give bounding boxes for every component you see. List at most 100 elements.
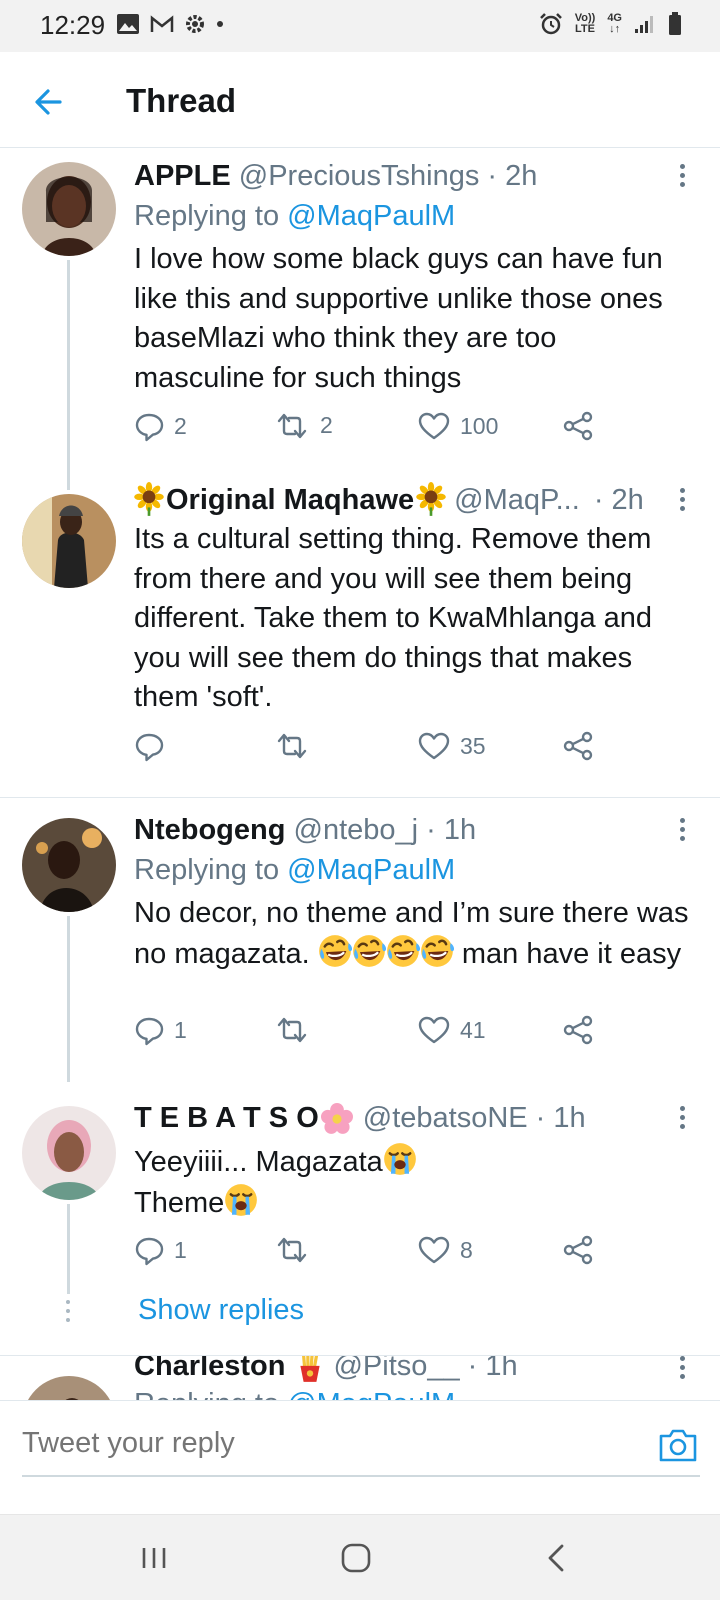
recent-apps-icon[interactable] [136, 1540, 172, 1576]
like-button[interactable]: 35 [418, 730, 486, 762]
reply-icon [135, 1017, 164, 1046]
like-button[interactable]: 100 [418, 410, 498, 442]
sunflower-emoji [416, 482, 447, 518]
retweet-icon [277, 1237, 307, 1263]
page-title: Thread [126, 82, 237, 119]
more-options-icon[interactable] [678, 1106, 686, 1132]
tweet-header: Charleston @Pitso__ · 1h [134, 1356, 518, 1383]
heart-icon [418, 412, 450, 440]
sunflower-emoji [134, 482, 164, 518]
system-navigation-bar [0, 1514, 720, 1600]
user-handle[interactable]: @PreciousTshings [239, 160, 480, 192]
status-bar: 12:29 Vo)) LTE 4G ↓↑ [0, 0, 720, 52]
avatar[interactable] [22, 1106, 116, 1200]
retweet-icon [277, 413, 307, 439]
tweet-header: Ntebogeng @ntebo_j · 1h [134, 814, 476, 847]
like-count: 8 [460, 1236, 473, 1263]
user-handle[interactable]: @ntebo_j [294, 814, 419, 846]
retweet-button[interactable] [274, 1014, 320, 1044]
more-options-icon[interactable] [678, 164, 686, 190]
tweet-actions: 1 8 [134, 1234, 604, 1270]
reply-button[interactable]: 1 [134, 1234, 187, 1266]
share-button[interactable] [562, 410, 594, 442]
replying-to-link[interactable]: @MaqPaulM [287, 200, 455, 232]
sob-emoji [224, 1182, 259, 1217]
retweet-button[interactable]: 2 [274, 410, 333, 440]
reply-icon [135, 1237, 164, 1266]
rofl-emoji [317, 933, 454, 970]
notification-dot-icon [217, 21, 223, 27]
cherry-blossom-emoji [320, 1102, 353, 1134]
retweet-button[interactable] [274, 730, 320, 760]
home-icon[interactable] [338, 1540, 374, 1576]
reply-count: 1 [174, 1016, 187, 1043]
like-count: 35 [460, 732, 486, 759]
more-options-icon[interactable] [678, 818, 686, 844]
display-name[interactable]: Charleston [134, 1356, 285, 1383]
retweet-icon [277, 733, 307, 759]
display-name[interactable]: T E B A T S O [134, 1102, 319, 1135]
reply-icon [135, 413, 164, 442]
tweet-header: T E B A T S O @tebatsoNE · 1h [134, 1102, 586, 1135]
reply-button[interactable]: 2 [134, 410, 187, 442]
more-options-icon[interactable] [678, 488, 686, 514]
reply-input[interactable] [22, 1427, 622, 1460]
thread-connector [67, 1204, 70, 1294]
user-handle[interactable]: @Pitso__ [333, 1356, 459, 1383]
like-button[interactable]: 41 [418, 1014, 486, 1046]
display-name[interactable]: Original Maqhawe [166, 484, 414, 517]
replying-to: Replying to @MaqPaulM [134, 854, 456, 886]
display-name[interactable]: APPLE [134, 160, 231, 192]
more-options-icon[interactable] [678, 1356, 686, 1382]
display-name[interactable]: Ntebogeng [134, 814, 285, 846]
tweet-text: No decor, no theme and I’m sure there wa… [134, 897, 689, 970]
replying-to-link[interactable]: @MaqPaulM [287, 1388, 455, 1400]
heart-icon [418, 732, 450, 760]
avatar[interactable] [22, 1376, 116, 1400]
gmail-icon [150, 15, 174, 32]
volte-indicator: Vo)) LTE [574, 12, 596, 35]
reply-icon [135, 733, 164, 762]
back-icon[interactable] [540, 1540, 576, 1576]
share-button[interactable] [562, 1234, 594, 1266]
tweet-time: · 2h [593, 483, 644, 516]
tweet-charleston[interactable]: Charleston @Pitso__ · 1h Replying to @Ma… [0, 1356, 720, 1400]
tweet-tebatso[interactable]: T E B A T S O @tebatsoNE · 1h Yeeyiiii..… [0, 1078, 720, 1356]
tweet-ntebogeng[interactable]: Ntebogeng @ntebo_j · 1h Replying to @Maq… [0, 798, 720, 1082]
replying-to: Replying to @MaqPaulM [134, 200, 456, 232]
reply-button[interactable] [134, 730, 174, 762]
show-replies-link[interactable]: Show replies [138, 1294, 304, 1327]
reply-count: 2 [174, 412, 187, 439]
tweet-time: · 1h [535, 1102, 586, 1134]
tweet-actions: 1 41 [134, 1014, 604, 1050]
reply-count: 1 [174, 1236, 187, 1263]
alarm-icon [539, 13, 562, 35]
tweet-actions: 2 2 100 [134, 410, 604, 446]
fries-emoji [299, 1356, 322, 1383]
retweet-button[interactable] [274, 1234, 320, 1264]
gallery-icon [117, 14, 139, 34]
heart-icon [418, 1016, 450, 1044]
user-handle[interactable]: @MaqP... [454, 484, 580, 517]
status-time: 12:29 [40, 10, 106, 40]
signal-icon [635, 16, 653, 33]
tweet-original-maqhawe[interactable]: Original Maqhawe @MaqP... · 2h Its a cul… [0, 482, 720, 798]
replying-to-link[interactable]: @MaqPaulM [287, 854, 455, 886]
share-button[interactable] [562, 1014, 594, 1046]
user-handle[interactable]: @tebatsoNE [363, 1102, 528, 1135]
tweet-apple[interactable]: APPLE @PreciousTshings · 2h Replying to … [0, 148, 720, 490]
battery-icon [669, 12, 681, 35]
share-icon [563, 1015, 593, 1045]
reply-button[interactable]: 1 [134, 1014, 187, 1046]
camera-icon[interactable] [658, 1427, 698, 1463]
tweet-text: Its a cultural setting thing. Remove the… [134, 523, 653, 713]
avatar[interactable] [22, 162, 116, 256]
share-button[interactable] [562, 730, 594, 762]
share-icon [563, 411, 593, 441]
avatar[interactable] [22, 494, 116, 588]
avatar[interactable] [22, 818, 116, 912]
tweet-header: APPLE @PreciousTshings · 2h [134, 160, 537, 193]
like-count: 41 [460, 1016, 486, 1043]
back-arrow-icon[interactable] [30, 82, 70, 122]
like-button[interactable]: 8 [418, 1234, 473, 1266]
